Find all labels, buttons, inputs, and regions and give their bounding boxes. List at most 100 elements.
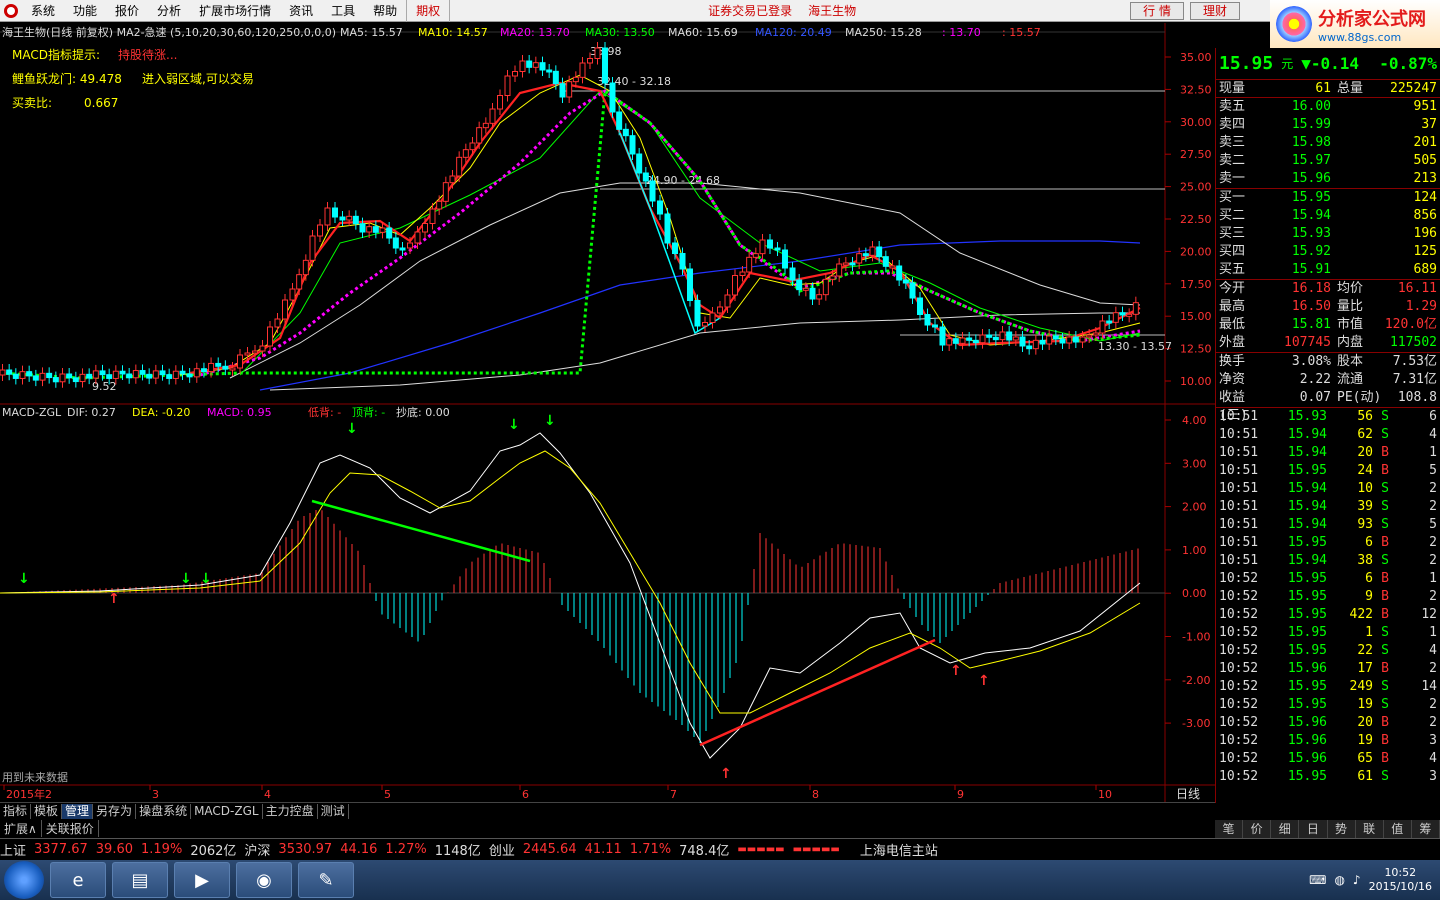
- volume-icon[interactable]: ♪: [1353, 873, 1361, 887]
- sell-volume: 213: [1413, 171, 1437, 186]
- candle-body: [59, 373, 66, 383]
- menu-analysis[interactable]: 分析: [148, 0, 190, 22]
- server-station[interactable]: 上海电信主站: [860, 840, 938, 859]
- menu-help[interactable]: 帮助: [364, 0, 406, 22]
- tick-count: 1: [1429, 445, 1437, 460]
- tick-count: 2: [1429, 553, 1437, 568]
- right-tab[interactable]: 势: [1328, 820, 1356, 838]
- media-player-icon[interactable]: ▶: [174, 862, 230, 898]
- candle-body: [694, 300, 701, 327]
- candle-body: [986, 334, 993, 338]
- candle-body: [1099, 320, 1106, 334]
- menu-options[interactable]: 期权: [406, 0, 451, 22]
- menu-function[interactable]: 功能: [64, 0, 106, 22]
- tick-row[interactable]: 10:52 15.95 422 B 12: [1216, 606, 1440, 624]
- candle-body: [72, 377, 79, 383]
- tick-count: 2: [1429, 499, 1437, 514]
- right-tab[interactable]: 值: [1384, 820, 1412, 838]
- candle-body: [237, 354, 243, 369]
- menu-quote[interactable]: 报价: [106, 0, 148, 22]
- candle-body: [159, 370, 166, 376]
- right-tab[interactable]: 日: [1299, 820, 1328, 838]
- ie-app-icon[interactable]: e: [50, 862, 106, 898]
- candle-body: [1106, 320, 1113, 324]
- tick-price: 15.95: [1287, 625, 1327, 640]
- stat2-label: 换手: [1219, 354, 1246, 369]
- right-tab[interactable]: 笔: [1215, 820, 1244, 838]
- menu-tools[interactable]: 工具: [322, 0, 364, 22]
- tick-row[interactable]: 10:51 15.95 24 B 5: [1216, 462, 1440, 480]
- menu-news[interactable]: 资讯: [280, 0, 322, 22]
- ratio-label: 买卖比:: [12, 96, 52, 110]
- bottom-tab[interactable]: 测试: [318, 803, 349, 819]
- tick-row[interactable]: 10:52 15.96 17 B 2: [1216, 660, 1440, 678]
- candle-body: [609, 82, 616, 113]
- quote-button[interactable]: 行 情: [1130, 1, 1184, 20]
- menu-system[interactable]: 系统: [22, 0, 64, 22]
- tick-time: 10:52: [1219, 751, 1259, 766]
- network-icon[interactable]: ◍: [1334, 873, 1344, 887]
- tick-row[interactable]: 10:51 15.94 62 S 4: [1216, 426, 1440, 444]
- tick-row[interactable]: 10:51 15.94 20 B 1: [1216, 444, 1440, 462]
- start-button[interactable]: [4, 861, 44, 899]
- tick-count: 6: [1429, 409, 1437, 424]
- stat2-row: 收益(三) 0.07 PE(动) 108.8: [1216, 389, 1440, 423]
- tick-row[interactable]: 10:52 15.96 65 B 4: [1216, 750, 1440, 768]
- bottom-tab-2[interactable]: 扩展∧: [0, 819, 42, 837]
- keyboard-icon[interactable]: ⌨: [1309, 873, 1326, 887]
- tick-row[interactable]: 10:51 15.94 38 S 2: [1216, 552, 1440, 570]
- tick-row[interactable]: 10:51 15.95 6 B 2: [1216, 534, 1440, 552]
- candle-body: [889, 265, 896, 269]
- bottom-tab[interactable]: 主力控盘: [263, 803, 318, 819]
- tick-row[interactable]: 10:52 15.95 1 S 1: [1216, 624, 1440, 642]
- finance-button[interactable]: 理财: [1190, 1, 1241, 20]
- bottom-tab[interactable]: 模板: [31, 803, 63, 819]
- cy-chg: 41.11: [584, 842, 622, 857]
- right-tab[interactable]: 价: [1243, 820, 1272, 838]
- macd-tick-label: 1.00: [1182, 544, 1207, 557]
- brand-banner: 分析家公式网 www.88gs.com: [1270, 0, 1440, 48]
- bottom-tab[interactable]: 另存为: [93, 803, 137, 819]
- bottom-tab-2[interactable]: 关联报价: [42, 819, 99, 837]
- candle-body: [1032, 339, 1039, 350]
- tick-list[interactable]: 10:51 15.93 56 S 6 10:51 15.94 62 S 4 10:51 15.94 20…: [1216, 408, 1440, 786]
- buy-book: 买一 15.95 124 买二 15.94 856 买三 15.93 196 买四 15.92 125…: [1216, 189, 1440, 280]
- tick-row[interactable]: 10:51 15.94 93 S 5: [1216, 516, 1440, 534]
- menu-extended-market[interactable]: 扩展市场行情: [190, 0, 280, 22]
- tick-row[interactable]: 10:52 15.95 61 S 3: [1216, 768, 1440, 786]
- paint-app-icon[interactable]: ✎: [298, 862, 354, 898]
- tick-count: 2: [1429, 661, 1437, 676]
- tick-side: B: [1381, 589, 1389, 604]
- period-label[interactable]: 日线: [1176, 787, 1200, 801]
- bottom-tab[interactable]: MACD-ZGL: [191, 803, 263, 819]
- chart-area[interactable]: 海王生物(日线 前复权) MA2-急速 (5,10,20,30,60,120,2…: [0, 23, 1215, 803]
- bottom-tab[interactable]: 管理: [62, 803, 94, 819]
- macd-name: MACD-ZGL: [2, 406, 62, 419]
- right-tab[interactable]: 联: [1356, 820, 1384, 838]
- right-tab[interactable]: 细: [1271, 820, 1300, 838]
- bottom-tab[interactable]: 指标: [0, 803, 32, 819]
- app-logo-icon[interactable]: [0, 0, 22, 22]
- price-tick-label: 17.50: [1180, 278, 1212, 291]
- right-tab[interactable]: 筹: [1412, 820, 1440, 838]
- tick-side: S: [1381, 499, 1389, 514]
- tick-row[interactable]: 10:52 15.95 249 S 14: [1216, 678, 1440, 696]
- candle-body: [317, 224, 323, 237]
- tick-row[interactable]: 10:52 15.96 19 B 3: [1216, 732, 1440, 750]
- sell-price: 15.99: [1291, 117, 1331, 132]
- stock-app-icon[interactable]: ◉: [236, 862, 292, 898]
- stat2-label: 净资: [1219, 372, 1246, 387]
- tick-row[interactable]: 10:52 15.95 19 S 2: [1216, 696, 1440, 714]
- bottom-tab[interactable]: 操盘系统: [136, 803, 192, 819]
- tick-row[interactable]: 10:51 15.94 39 S 2: [1216, 498, 1440, 516]
- tick-row[interactable]: 10:52 15.95 9 B 2: [1216, 588, 1440, 606]
- explorer-app-icon[interactable]: ▤: [112, 862, 168, 898]
- tick-row[interactable]: 10:52 15.95 6 B 1: [1216, 570, 1440, 588]
- tick-row[interactable]: 10:51 15.94 10 S 2: [1216, 480, 1440, 498]
- tick-row[interactable]: 10:52 15.96 20 B 2: [1216, 714, 1440, 732]
- tick-row[interactable]: 10:51 15.93 56 S 6: [1216, 408, 1440, 426]
- tick-row[interactable]: 10:52 15.95 22 S 4: [1216, 642, 1440, 660]
- chart-title: 海王生物(日线 前复权) MA2-急速 (5,10,20,30,60,120,2…: [2, 25, 336, 39]
- candle-body: [709, 312, 716, 323]
- clock[interactable]: 10:52 2015/10/16: [1369, 866, 1432, 894]
